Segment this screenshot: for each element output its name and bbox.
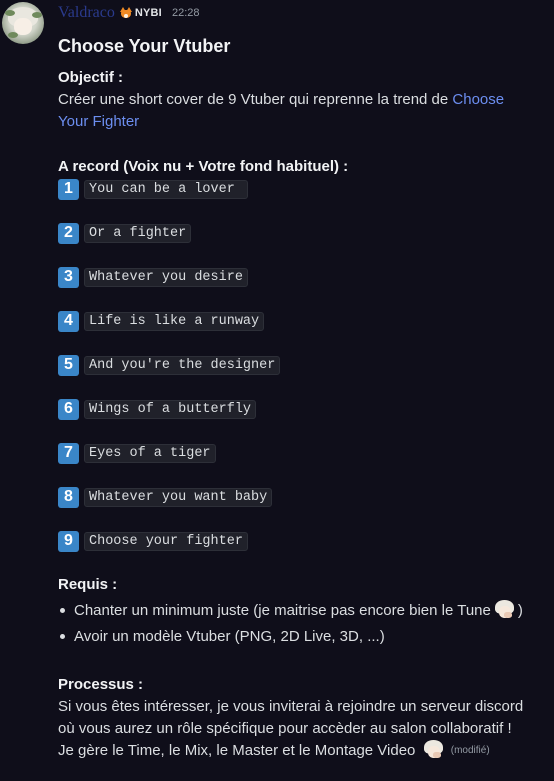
inline-code: You can be a lover: [84, 179, 248, 199]
inline-code: Whatever you want baby: [84, 487, 273, 507]
inline-code: And you're the designer: [84, 355, 281, 375]
inline-code: Eyes of a tiger: [84, 443, 216, 463]
fox-icon: [119, 7, 133, 19]
keycap-number-icon: 3: [58, 266, 79, 288]
facepalm-emoji-icon: [494, 600, 515, 620]
keycap-number-icon: 6: [58, 398, 79, 420]
user-avatar[interactable]: [2, 2, 44, 44]
keycap-number-icon: 9: [58, 530, 79, 552]
record-line: 2 Or a fighter: [58, 222, 192, 244]
process-line: Je gère le Time, le Mix, le Master et le…: [58, 742, 416, 759]
bullet-icon: [60, 607, 65, 613]
keycap-number-icon: 4: [58, 310, 79, 332]
objective-text: Créer une short cover de 9 Vtuber qui re…: [58, 89, 528, 133]
process-text: Si vous êtes intéresser, je vous inviter…: [58, 696, 538, 762]
process-line: Si vous êtes intéresser, je vous inviter…: [58, 698, 524, 715]
record-line: 5 And you're the designer: [58, 354, 281, 376]
inline-code: Or a fighter: [84, 223, 192, 243]
keycap-number-icon: 2: [58, 222, 79, 244]
bullet-icon: [60, 633, 65, 639]
record-line: 8 Whatever you want baby: [58, 486, 273, 508]
process-line: où vous aurez un rôle spécifique pour ac…: [58, 720, 512, 737]
edited-label: (modifié): [450, 745, 490, 756]
server-tag[interactable]: NYBI: [119, 7, 162, 19]
keycap-number-icon: 7: [58, 442, 79, 464]
process-label: Processus :: [58, 676, 144, 693]
message-header: Valdraco NYBI 22:28: [58, 3, 199, 23]
keycap-number-icon: 1: [58, 178, 79, 200]
post-title: Choose Your Vtuber: [58, 36, 231, 56]
chat-message: Valdraco NYBI 22:28 Choose Your Vtuber O…: [0, 0, 554, 781]
username[interactable]: Valdraco: [58, 4, 115, 22]
requirement-suffix: ): [517, 601, 523, 619]
record-line: 1 You can be a lover: [58, 178, 248, 200]
record-line: 4 Life is like a runway: [58, 310, 265, 332]
inline-code: Wings of a butterfly: [84, 399, 257, 419]
record-line: 7 Eyes of a tiger: [58, 442, 216, 464]
record-line: 6 Wings of a butterfly: [58, 398, 257, 420]
timestamp[interactable]: 22:28: [172, 7, 200, 19]
record-label: A record (Voix nu + Votre fond habituel)…: [58, 158, 349, 175]
requirement-text: Chanter un minimum juste (je maitrise pa…: [74, 601, 491, 619]
objective-text-body: Créer une short cover de 9 Vtuber qui re…: [58, 91, 453, 108]
requirements-label: Requis :: [58, 576, 118, 593]
keycap-number-icon: 8: [58, 486, 79, 508]
inline-code: Life is like a runway: [84, 311, 265, 331]
list-item: Avoir un modèle Vtuber (PNG, 2D Live, 3D…: [58, 625, 385, 647]
objective-label: Objectif :: [58, 69, 124, 86]
list-item: Chanter un minimum juste (je maitrise pa…: [58, 599, 523, 621]
record-line: 9 Choose your fighter: [58, 530, 248, 552]
record-line: 3 Whatever you desire: [58, 266, 248, 288]
requirement-text: Avoir un modèle Vtuber (PNG, 2D Live, 3D…: [74, 627, 385, 645]
inline-code: Whatever you desire: [84, 267, 248, 287]
inline-code: Choose your fighter: [84, 531, 248, 551]
process-line-last: Je gère le Time, le Mix, le Master et le…: [58, 740, 538, 762]
keycap-number-icon: 5: [58, 354, 79, 376]
facepalm-emoji-icon: [423, 740, 444, 760]
server-tag-label: NYBI: [134, 7, 162, 19]
